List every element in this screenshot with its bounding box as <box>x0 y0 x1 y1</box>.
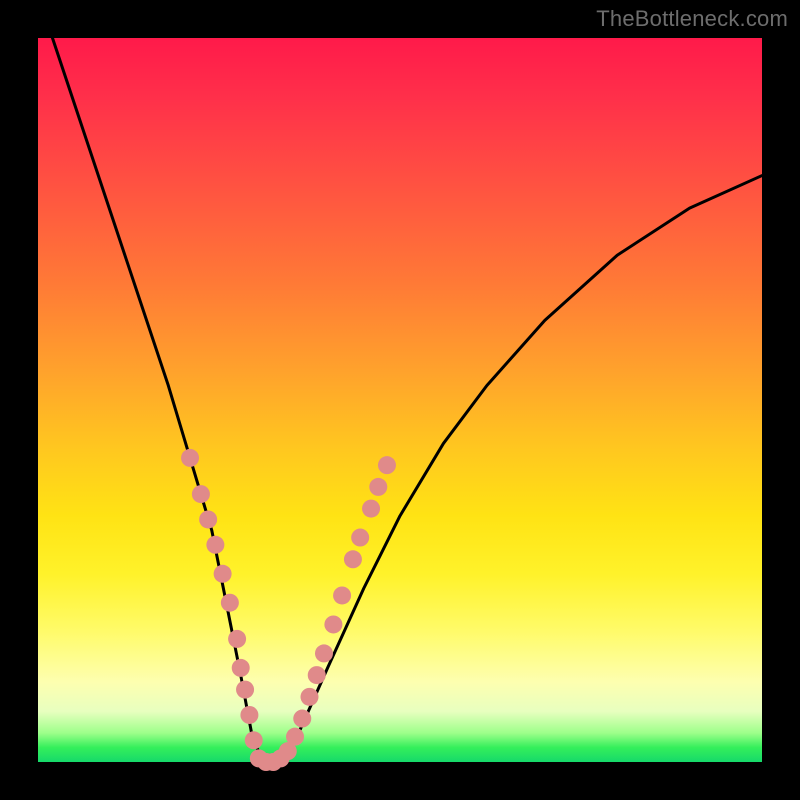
data-point <box>315 644 333 662</box>
data-point <box>228 630 246 648</box>
data-point <box>192 485 210 503</box>
data-point <box>206 536 224 554</box>
data-point <box>351 529 369 547</box>
data-point <box>301 688 319 706</box>
curve-markers <box>181 449 396 771</box>
data-point <box>324 615 342 633</box>
data-point <box>362 500 380 518</box>
data-point <box>369 478 387 496</box>
data-point <box>378 456 396 474</box>
data-point <box>344 550 362 568</box>
data-point <box>240 706 258 724</box>
data-point <box>232 659 250 677</box>
data-point <box>245 731 263 749</box>
data-point <box>333 586 351 604</box>
data-point <box>236 681 254 699</box>
bottleneck-curve-path <box>52 38 762 762</box>
data-point <box>214 565 232 583</box>
data-point <box>286 728 304 746</box>
data-point <box>199 510 217 528</box>
data-point <box>308 666 326 684</box>
data-point <box>293 710 311 728</box>
data-point <box>181 449 199 467</box>
plot-area <box>38 38 762 762</box>
watermark-text: TheBottleneck.com <box>596 6 788 32</box>
curve-line <box>52 38 762 762</box>
data-point <box>221 594 239 612</box>
chart-svg <box>38 38 762 762</box>
chart-frame: TheBottleneck.com <box>0 0 800 800</box>
